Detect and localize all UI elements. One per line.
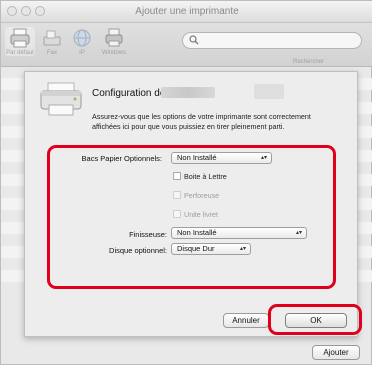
search-label: Rechercher: [293, 59, 325, 65]
sheet-title: Configuration de: [92, 88, 166, 99]
printer-name-redacted: [161, 87, 215, 98]
toolbar: Par défaut Fax IP Windows Rechercher: [1, 23, 372, 67]
printer-icon: [40, 82, 82, 116]
cancel-button[interactable]: Annuler: [223, 313, 269, 328]
search-icon: [189, 35, 199, 45]
window-title: Ajouter une imprimante: [135, 6, 239, 17]
add-button[interactable]: Ajouter: [312, 345, 360, 360]
ok-highlight-frame: [268, 304, 362, 335]
toolbar-windows-label: Windows: [101, 50, 127, 56]
globe-icon: [73, 29, 91, 47]
toolbar-fax-label: Fax: [46, 50, 57, 56]
fax-icon: [43, 30, 61, 46]
toolbar-ip[interactable]: IP: [67, 27, 97, 56]
search-field[interactable]: [182, 32, 362, 49]
add-printer-window: Ajouter une imprimante Par défaut Fax IP…: [0, 0, 372, 365]
options-highlight-frame: [47, 145, 336, 289]
toolbar-windows[interactable]: Windows: [99, 27, 129, 56]
windows-printer-icon: [105, 28, 123, 47]
title-bar: Ajouter une imprimante: [1, 1, 372, 23]
toolbar-default-label: Par défaut: [6, 50, 34, 56]
toolbar-fax[interactable]: Fax: [37, 27, 67, 56]
toolbar-default[interactable]: Par défaut: [5, 27, 35, 56]
printer-icon: [10, 28, 30, 48]
sheet-description: Assurez-vous que les options de votre im…: [92, 112, 311, 131]
redacted-area: [254, 84, 284, 99]
toolbar-ip-label: IP: [79, 50, 85, 56]
